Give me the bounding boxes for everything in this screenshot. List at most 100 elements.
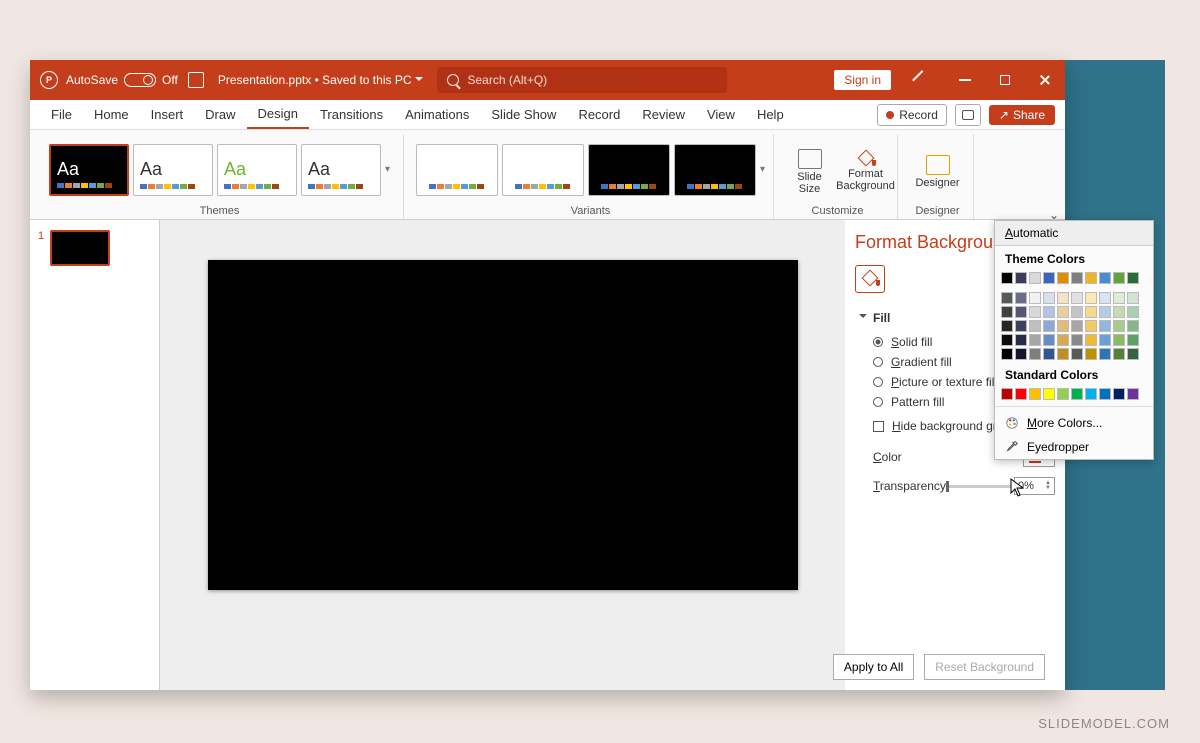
color-swatch[interactable] (1001, 320, 1013, 332)
save-icon[interactable] (188, 72, 204, 88)
color-swatch[interactable] (1099, 388, 1111, 400)
color-swatch[interactable] (1085, 334, 1097, 346)
variant-thumb[interactable] (502, 144, 584, 196)
color-swatch[interactable] (1043, 292, 1055, 304)
menu-help[interactable]: Help (746, 101, 795, 128)
search-input[interactable]: Search (Alt+Q) (437, 67, 727, 93)
color-swatch[interactable] (1001, 272, 1013, 284)
minimize-button[interactable] (945, 60, 985, 100)
color-swatch[interactable] (1099, 348, 1111, 360)
slide[interactable] (208, 260, 798, 590)
color-swatch[interactable] (1085, 272, 1097, 284)
color-swatch[interactable] (1099, 272, 1111, 284)
color-swatch[interactable] (1029, 272, 1041, 284)
color-swatch[interactable] (1127, 334, 1139, 346)
color-swatch[interactable] (1085, 292, 1097, 304)
color-swatch[interactable] (1029, 292, 1041, 304)
theme-thumb[interactable]: Aa (217, 144, 297, 196)
comments-button[interactable] (955, 104, 981, 126)
color-swatch[interactable] (1043, 348, 1055, 360)
color-swatch[interactable] (1071, 348, 1083, 360)
color-swatch[interactable] (1043, 320, 1055, 332)
menu-insert[interactable]: Insert (140, 101, 195, 128)
document-title[interactable]: Presentation.pptx • Saved to this PC (218, 73, 424, 87)
color-swatch[interactable] (1113, 388, 1125, 400)
menu-home[interactable]: Home (83, 101, 140, 128)
color-swatch[interactable] (1001, 348, 1013, 360)
slide-thumbnail[interactable]: 1 (38, 230, 151, 266)
menu-review[interactable]: Review (631, 101, 696, 128)
transparency-slider[interactable] (946, 485, 1014, 488)
color-swatch[interactable] (1099, 334, 1111, 346)
color-swatch[interactable] (1113, 306, 1125, 318)
color-swatch[interactable] (1071, 306, 1083, 318)
color-swatch[interactable] (1001, 388, 1013, 400)
color-swatch[interactable] (1127, 388, 1139, 400)
color-swatch[interactable] (1043, 388, 1055, 400)
menu-animations[interactable]: Animations (394, 101, 480, 128)
color-swatch[interactable] (1113, 334, 1125, 346)
color-swatch[interactable] (1085, 320, 1097, 332)
autosave-toggle[interactable]: AutoSave Off (66, 73, 178, 87)
color-swatch[interactable] (1043, 306, 1055, 318)
theme-thumb[interactable]: Aa (133, 144, 213, 196)
format-background-button[interactable]: Format Background (840, 148, 892, 192)
color-swatch[interactable] (1057, 292, 1069, 304)
color-swatch[interactable] (1057, 348, 1069, 360)
apply-to-all-button[interactable]: Apply to All (833, 654, 914, 680)
variants-more-button[interactable]: ▾ (760, 164, 765, 175)
color-swatch[interactable] (1113, 348, 1125, 360)
theme-thumb[interactable]: Aa (49, 144, 129, 196)
menu-design[interactable]: Design (247, 100, 309, 129)
color-swatch[interactable] (1071, 320, 1083, 332)
variant-thumb[interactable] (674, 144, 756, 196)
color-swatch[interactable] (1099, 306, 1111, 318)
color-swatch[interactable] (1113, 272, 1125, 284)
color-swatch[interactable] (1015, 388, 1027, 400)
share-button[interactable]: ↗Share (989, 105, 1055, 125)
record-button[interactable]: Record (877, 104, 947, 126)
color-automatic[interactable]: Automatic (995, 221, 1153, 246)
color-swatch[interactable] (1071, 334, 1083, 346)
color-swatch[interactable] (1015, 306, 1027, 318)
color-swatch[interactable] (1015, 334, 1027, 346)
color-swatch[interactable] (1113, 292, 1125, 304)
color-swatch[interactable] (1029, 348, 1041, 360)
color-swatch[interactable] (1001, 306, 1013, 318)
signin-button[interactable]: Sign in (834, 70, 891, 90)
color-swatch[interactable] (1029, 306, 1041, 318)
color-swatch[interactable] (1015, 292, 1027, 304)
designer-button[interactable]: Designer (912, 151, 964, 189)
color-swatch[interactable] (1043, 334, 1055, 346)
color-swatch[interactable] (1099, 292, 1111, 304)
color-swatch[interactable] (1015, 272, 1027, 284)
color-swatch[interactable] (1085, 306, 1097, 318)
color-swatch[interactable] (1057, 334, 1069, 346)
variant-thumb[interactable] (588, 144, 670, 196)
color-swatch[interactable] (1085, 388, 1097, 400)
color-swatch[interactable] (1029, 334, 1041, 346)
color-swatch[interactable] (1127, 292, 1139, 304)
pen-icon[interactable] (905, 60, 945, 100)
fill-tab-button[interactable] (855, 265, 885, 293)
reset-background-button[interactable]: Reset Background (924, 654, 1045, 680)
menu-view[interactable]: View (696, 101, 746, 128)
color-swatch[interactable] (1029, 388, 1041, 400)
color-swatch[interactable] (1071, 388, 1083, 400)
color-swatch[interactable] (1099, 320, 1111, 332)
color-swatch[interactable] (1043, 272, 1055, 284)
menu-draw[interactable]: Draw (194, 101, 246, 128)
color-swatch[interactable] (1127, 306, 1139, 318)
more-colors-item[interactable]: More Colors... (995, 411, 1153, 435)
color-swatch[interactable] (1127, 272, 1139, 284)
color-swatch[interactable] (1001, 334, 1013, 346)
theme-thumb[interactable]: Aa (301, 144, 381, 196)
color-swatch[interactable] (1015, 320, 1027, 332)
eyedropper-item[interactable]: Eyedropper (995, 435, 1153, 459)
close-button[interactable] (1025, 60, 1065, 100)
menu-slideshow[interactable]: Slide Show (480, 101, 567, 128)
color-swatch[interactable] (1127, 348, 1139, 360)
color-swatch[interactable] (1015, 348, 1027, 360)
color-swatch[interactable] (1029, 320, 1041, 332)
color-swatch[interactable] (1071, 272, 1083, 284)
